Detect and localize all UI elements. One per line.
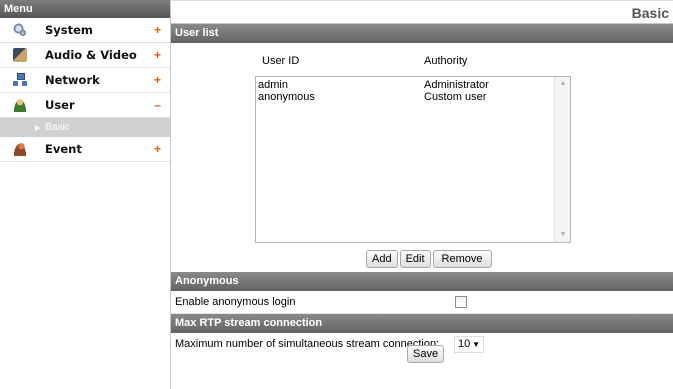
list-item[interactable]: anonymous Custom user (256, 91, 556, 103)
audio-video-icon (13, 48, 27, 62)
anonymous-login-row: Enable anonymous login (171, 291, 673, 314)
event-icon (13, 142, 27, 156)
anonymous-login-label: Enable anonymous login (175, 296, 296, 308)
rtp-max-label: Maximum number of simultaneous stream co… (175, 338, 440, 350)
column-header-user-id: User ID (262, 55, 300, 67)
user-id-cell: admin (258, 79, 288, 91)
scroll-up-arrow-icon[interactable]: ▲ (555, 77, 571, 91)
sidebar-item-user[interactable]: User – (0, 93, 170, 118)
anonymous-login-checkbox[interactable] (455, 296, 467, 308)
save-wrap: Save (407, 345, 445, 363)
sidebar-item-network[interactable]: Network + (0, 68, 170, 93)
sidebar-item-label: Event (45, 142, 82, 156)
sidebar-item-event[interactable]: Event + (0, 137, 170, 162)
menu-header: Menu (0, 0, 170, 18)
list-item[interactable]: admin Administrator (256, 79, 556, 91)
main-panel: Basic User list User ID Authority admin … (171, 0, 673, 389)
arrow-right-icon: ▶ (35, 124, 41, 132)
sidebar: Menu System + Audio & Video + Network + … (0, 0, 171, 389)
expand-icon[interactable]: + (154, 23, 161, 37)
remove-button[interactable]: Remove (432, 250, 492, 268)
chevron-down-icon: ▼ (472, 340, 480, 349)
expand-icon[interactable]: + (154, 48, 161, 62)
add-button[interactable]: Add (366, 250, 398, 268)
page-title-bar: Basic (171, 0, 673, 24)
column-header-authority: Authority (424, 55, 468, 67)
sidebar-item-label: Audio & Video (45, 48, 137, 62)
system-icon (13, 23, 27, 37)
expand-icon[interactable]: + (154, 142, 161, 156)
edit-button[interactable]: Edit (399, 250, 431, 268)
authority-cell: Custom user (424, 91, 487, 103)
save-button[interactable]: Save (407, 345, 445, 363)
sidebar-item-label: System (45, 23, 93, 37)
user-listbox[interactable]: admin Administrator anonymous Custom use… (255, 76, 571, 243)
collapse-icon[interactable]: – (154, 98, 161, 112)
authority-cell: Administrator (424, 79, 489, 91)
network-icon (13, 73, 27, 87)
sidebar-item-system[interactable]: System + (0, 18, 170, 43)
user-list-column-headers: User ID Authority (171, 49, 673, 67)
user-id-cell: anonymous (258, 91, 315, 103)
sidebar-item-label: User (45, 98, 75, 112)
rtp-max-select[interactable]: 10 ▼ (454, 336, 484, 353)
sidebar-item-audio-video[interactable]: Audio & Video + (0, 43, 170, 68)
user-list-section: User ID Authority admin Administrator an… (171, 43, 673, 272)
anonymous-header: Anonymous (171, 272, 673, 291)
sidebar-item-label: Network (45, 73, 100, 87)
submenu-item-basic[interactable]: ▶ Basic (0, 118, 170, 137)
list-scrollbar[interactable]: ▲ ▼ (554, 77, 570, 242)
submenu-item-label: Basic (45, 122, 70, 133)
rtp-header: Max RTP stream connection (171, 314, 673, 333)
scroll-down-arrow-icon[interactable]: ▼ (555, 228, 571, 242)
rtp-max-value: 10 (458, 338, 471, 350)
expand-icon[interactable]: + (154, 73, 161, 87)
page-title: Basic (631, 5, 669, 21)
user-list-buttons: Add Edit Remove (366, 250, 492, 268)
user-list-header: User list (171, 24, 673, 43)
user-icon (13, 98, 27, 112)
